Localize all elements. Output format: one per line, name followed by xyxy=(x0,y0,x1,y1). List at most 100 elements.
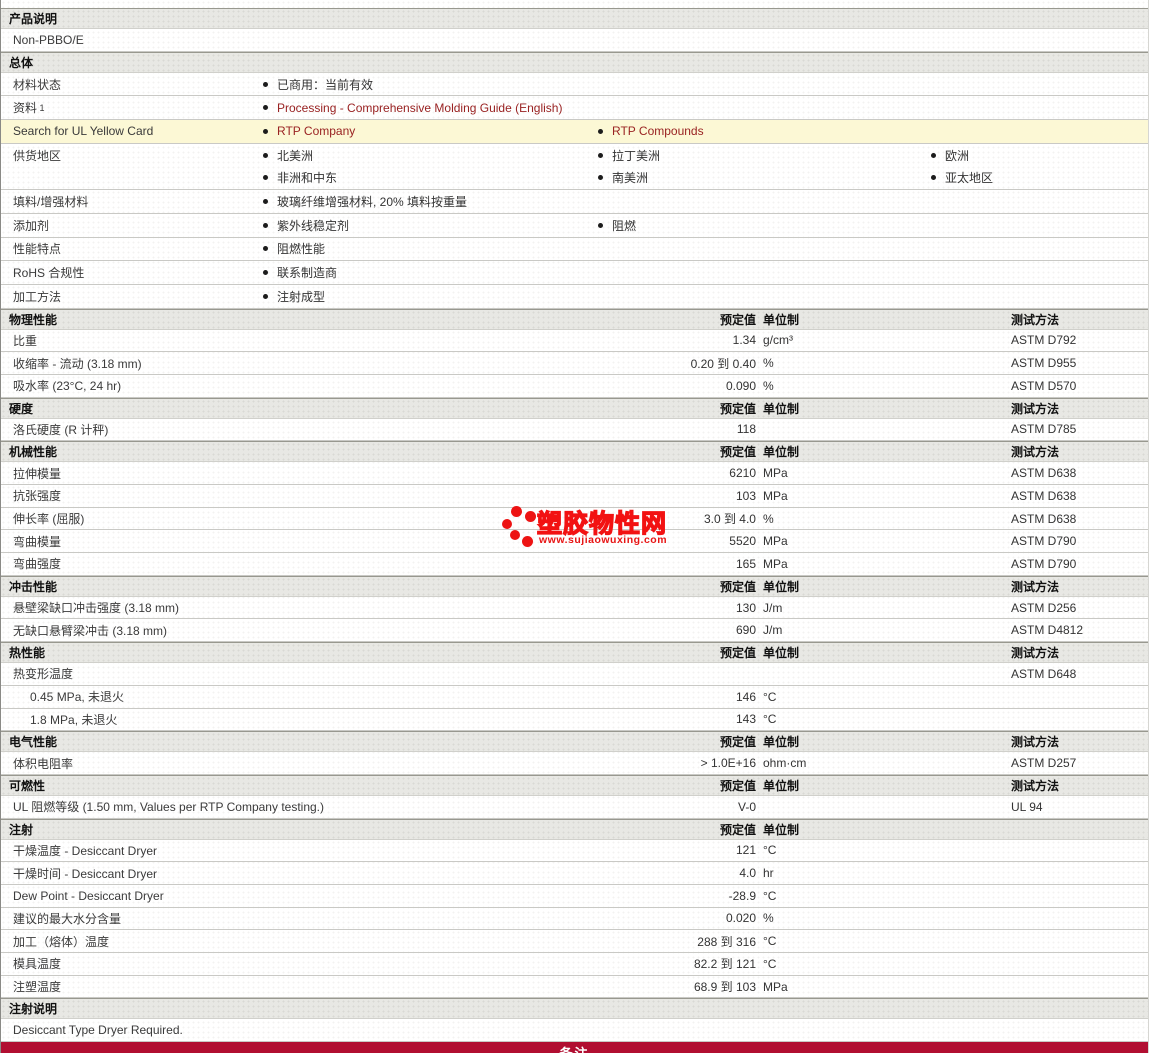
property-unit: J/m xyxy=(763,623,783,638)
section-header: 冲击性能 预定值 单位制 测试方法 xyxy=(1,575,1148,597)
property-unit: J/m xyxy=(763,600,783,615)
property-unit: MPa xyxy=(763,979,788,994)
bullet-text: 欧洲 xyxy=(945,148,970,163)
bullet-icon xyxy=(263,198,268,204)
bullet-icon xyxy=(263,152,268,158)
property-unit: MPa xyxy=(763,534,788,549)
property-row: 伸长率 (屈服) 3.0 到 4.0% ASTM D638 xyxy=(1,508,1148,531)
property-row: 加工（熔体）温度 288 到 316 °C xyxy=(1,930,1148,953)
property-unit: ohm·cm xyxy=(763,756,807,771)
column-header-method: 测试方法 xyxy=(1011,735,1060,750)
property-test-method: ASTM D785 xyxy=(1011,422,1077,437)
section-header: 热性能 预定值 单位制 测试方法 xyxy=(1,642,1148,664)
property-value: 143 xyxy=(735,712,756,727)
bullet-row: 加工方法 注射成型 xyxy=(1,285,1148,309)
property-row: 体积电阻率 > 1.0E+16 ohm·cm ASTM D257 xyxy=(1,752,1148,775)
link-text[interactable]: RTP Company xyxy=(277,124,355,138)
section-header: 硬度 预定值 单位制 测试方法 xyxy=(1,397,1148,419)
property-value: 4.0 xyxy=(739,866,756,881)
datasheet-page: 产品说明 Non-PBBO/E 总体 材料状态 已商用：当前有效 资料 1 Processi… xyxy=(0,0,1149,1053)
bullet-icon xyxy=(263,128,268,134)
property-label: Dew Point - Desiccant Dryer xyxy=(13,888,164,903)
link-text[interactable]: RTP Compounds xyxy=(612,124,704,138)
text-row: Desiccant Type Dryer Required. xyxy=(1,1019,1148,1043)
section-title: 可燃性 xyxy=(9,778,46,793)
bullet-item: 联系制造商 xyxy=(263,261,337,284)
bullet-icon xyxy=(263,270,268,276)
property-unit: °C xyxy=(763,888,777,903)
column-header-method: 测试方法 xyxy=(1011,579,1060,594)
property-label: 注塑温度 xyxy=(13,980,62,995)
property-value: 6210 xyxy=(729,466,756,481)
property-unit: % xyxy=(763,911,774,926)
property-value: 68.9 到 103 xyxy=(693,980,756,995)
bullet-item: 紫外线稳定剂 xyxy=(263,214,349,237)
bullet-text: 拉丁美洲 xyxy=(612,148,661,163)
link-item[interactable]: Processing - Comprehensive Molding Guide… xyxy=(263,96,562,119)
bullet-item: 非洲和中东 xyxy=(263,166,337,189)
column-header-unit: 单位制 xyxy=(763,445,800,460)
text-row: Non-PBBO/E xyxy=(1,29,1148,52)
bullet-item: 玻璃纤维增强材料, 20% 填料按重量 xyxy=(263,190,467,213)
bullet-line: 北美洲 拉丁美洲 欧洲 xyxy=(1,144,1148,167)
section-title: 冲击性能 xyxy=(9,579,58,594)
bullet-text: 联系制造商 xyxy=(277,266,338,281)
section-title: 注射 xyxy=(9,822,34,837)
property-label: 0.45 MPa, 未退火 xyxy=(30,690,125,705)
section-header: 产品说明 xyxy=(1,8,1148,29)
bullet-item: 南美洲 xyxy=(598,166,648,189)
bullet-item: 已商用：当前有效 xyxy=(263,73,373,96)
column-header-method: 测试方法 xyxy=(1011,778,1060,793)
column-header-method: 测试方法 xyxy=(1011,401,1060,416)
bullet-icon xyxy=(931,175,936,181)
bullet-row: 填料/增强材料 玻璃纤维增强材料, 20% 填料按重量 xyxy=(1,190,1148,214)
link-item[interactable]: RTP Company xyxy=(263,120,355,143)
property-row: 无缺口悬臂梁冲击 (3.18 mm) 690 J/m ASTM D4812 xyxy=(1,619,1148,643)
bullet-line: 联系制造商 xyxy=(1,261,1148,284)
section-title: 电气性能 xyxy=(9,735,58,750)
bullet-row: 资料 1 Processing - Comprehensive Molding G… xyxy=(1,96,1148,121)
bullet-icon xyxy=(263,81,268,87)
property-label: 热变形温度 xyxy=(13,667,74,682)
property-value: 118 xyxy=(736,422,756,437)
property-test-method: ASTM D638 xyxy=(1011,466,1077,481)
bullet-line: 阻燃性能 xyxy=(1,238,1148,261)
link-item[interactable]: RTP Compounds xyxy=(598,120,704,143)
bullet-icon xyxy=(263,105,268,111)
property-row: 1.8 MPa, 未退火 143 °C xyxy=(1,709,1148,732)
link-text[interactable]: Processing - Comprehensive Molding Guide… xyxy=(277,101,562,115)
bullet-text: 紫外线稳定剂 xyxy=(277,218,350,233)
bullet-text: 玻璃纤维增强材料, 20% 填料按重量 xyxy=(277,194,468,209)
property-value: 165 xyxy=(735,556,756,571)
property-test-method: ASTM D257 xyxy=(1011,756,1077,771)
property-row: 注塑温度 68.9 到 103 MPa xyxy=(1,976,1148,999)
notes-footer-bar: 备注 xyxy=(1,1042,1148,1053)
property-test-method: ASTM D256 xyxy=(1011,600,1077,615)
property-row: 干燥时间 - Desiccant Dryer 4.0 hr xyxy=(1,862,1148,885)
section-header: 总体 xyxy=(1,51,1148,73)
property-row: 干燥温度 - Desiccant Dryer 121 °C xyxy=(1,840,1148,863)
property-row: UL 阻燃等级 (1.50 mm, Values per RTP Company… xyxy=(1,796,1148,819)
column-header-unit: 单位制 xyxy=(763,646,800,661)
bullet-icon xyxy=(263,246,268,252)
bullet-line: Processing - Comprehensive Molding Guide… xyxy=(1,96,1148,119)
property-value: 5520 xyxy=(729,534,756,549)
property-label: 干燥温度 - Desiccant Dryer xyxy=(13,843,158,858)
bullet-line: 注射成型 xyxy=(1,285,1148,308)
bullet-line: 已商用：当前有效 xyxy=(1,73,1148,96)
column-header-value: 预定值 xyxy=(719,579,756,594)
bullet-item: 亚太地区 xyxy=(931,166,993,189)
bullet-text: 阻燃 xyxy=(612,218,637,233)
property-value: 130 xyxy=(735,600,756,615)
property-row: 吸水率 (23°C, 24 hr) 0.090% ASTM D570 xyxy=(1,375,1148,398)
property-label: 体积电阻率 xyxy=(13,756,74,771)
property-label: 拉伸模量 xyxy=(13,466,62,481)
property-unit: MPa xyxy=(763,556,788,571)
section-title: 机械性能 xyxy=(9,445,58,460)
property-label: 比重 xyxy=(13,333,38,348)
property-unit: °C xyxy=(763,689,777,704)
bullet-row: Search for UL Yellow Card RTP Company RTP … xyxy=(1,120,1148,144)
property-unit: hr xyxy=(763,866,774,881)
property-label: 弯曲模量 xyxy=(13,534,62,549)
column-header-unit: 单位制 xyxy=(763,401,800,416)
